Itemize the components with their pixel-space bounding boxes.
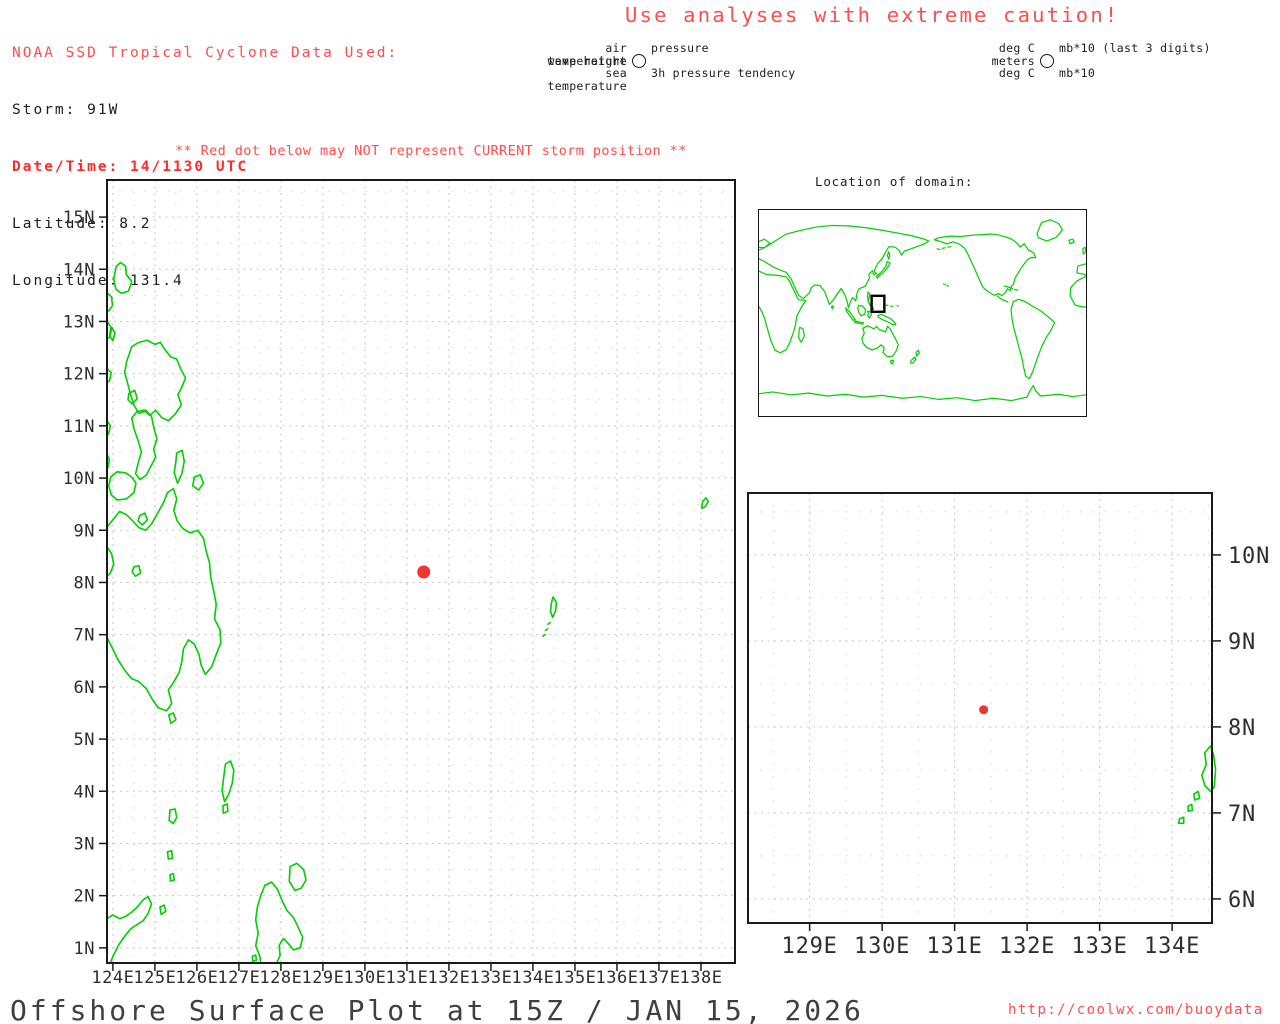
coastline-palau: [543, 597, 556, 636]
lon-axis-label: 127E: [217, 968, 260, 988]
coastline-halmahera-morotai: [252, 863, 306, 963]
lat-axis-label: 2N: [74, 887, 95, 907]
lat-axis-label: 15N: [63, 208, 95, 228]
legend-air-temperature-label: air temperature: [547, 41, 627, 68]
lon-axis-label: 129E: [782, 934, 838, 959]
lon-axis-label: 137E: [637, 968, 680, 988]
lon-axis-label: 132E: [427, 968, 470, 988]
station-circle-icon-2: [1040, 53, 1054, 68]
lon-axis-label: 133E: [469, 968, 512, 988]
storm-position-warning: ** Red dot below may NOT represent CURRE…: [175, 143, 687, 159]
legend-degc-label-1: deg C: [998, 41, 1035, 55]
coastline-dinagat-siargao: [174, 450, 203, 490]
caution-title: Use analyses with extreme caution!: [625, 3, 1120, 27]
station-circle-icon: [632, 53, 646, 68]
legend-mb10-label: mb*10: [1059, 66, 1096, 81]
lat-axis-label: 12N: [63, 365, 95, 385]
coastline-americas: [934, 220, 1062, 379]
main-map-axes: 124E 125E 126E 127E 128E 129E 130E 131E 132E 133E…: [63, 208, 722, 988]
lon-axis-label: 128E: [259, 968, 302, 988]
legend-pressure-label: pressure: [651, 41, 709, 55]
lat-axis-label: 9N: [74, 521, 95, 541]
coastline-yap: [702, 498, 709, 508]
storm-info-storm: Storm: 91W: [12, 102, 120, 118]
lat-axis-label: 14N: [63, 260, 95, 280]
storm-dot-zoom: [979, 705, 989, 715]
lon-axis-label: 134E: [511, 968, 554, 988]
coastline-eurasia: [759, 225, 929, 307]
inset-title: Location of domain:: [815, 174, 974, 189]
coastline-antarctica: [759, 386, 1086, 401]
legend-sea-temperature-label: sea temperature: [547, 66, 627, 93]
lon-axis-label: 131E: [927, 934, 983, 959]
legend-pressure-tendency-label: 3h pressure tendency: [651, 66, 796, 81]
station-legend-left-parameters-right: pressure 3h pressure tendency: [651, 42, 795, 80]
coastline-catanduanes-luzon-fragments: [107, 262, 132, 382]
lat-axis-label: 9N: [1228, 630, 1256, 655]
station-model-legend-right: deg C meters deg C mb*10 (last 3 digits)…: [990, 42, 1211, 80]
coastline-talaud-sangihe: [167, 761, 233, 881]
lat-axis-label: 6N: [74, 678, 95, 698]
lat-axis-label: 4N: [74, 782, 95, 802]
lon-axis-label: 136E: [595, 968, 638, 988]
lat-axis-label: 7N: [74, 626, 95, 646]
storm-dot-main: [417, 565, 431, 579]
footer-title: Offshore Surface Plot at 15Z / JAN 15, 2…: [10, 994, 864, 1024]
lon-axis-label: 125E: [133, 968, 176, 988]
offshore-surface-plot-page: NOAA SSD Tropical Cyclone Data Used: Sto…: [0, 0, 1280, 1024]
lat-axis-label: 11N: [63, 417, 95, 437]
footer-url: http://coolwx.com/buoydata: [1008, 1002, 1264, 1018]
lat-axis-label: 10N: [1228, 544, 1270, 569]
world-coastlines: [759, 220, 1086, 401]
lon-axis-label: 131E: [385, 968, 428, 988]
lat-axis-label: 8N: [1228, 716, 1256, 741]
coastline-sulawesi: [107, 897, 166, 963]
storm-info-source: NOAA SSD Tropical Cyclone Data Used:: [12, 45, 399, 61]
lat-axis-label: 3N: [74, 834, 95, 854]
world-map-inset: [758, 209, 1087, 417]
legend-degc-label-2: deg C: [998, 66, 1035, 81]
lat-axis-label: 13N: [63, 312, 95, 332]
lon-axis-label: 129E: [301, 968, 344, 988]
lat-axis-label: 8N: [74, 573, 95, 593]
lat-axis-label: 6N: [1228, 888, 1256, 913]
lon-axis-label: 134E: [1144, 934, 1200, 959]
coastline-palau-zoom: [1179, 746, 1216, 823]
lat-axis-label: 7N: [1228, 802, 1256, 827]
lat-axis-label: 10N: [63, 469, 95, 489]
lon-axis-label: 133E: [1072, 934, 1128, 959]
lon-axis-label: 124E: [91, 968, 134, 988]
coastline-seasia-oceania: [846, 292, 920, 364]
coastline-mindanao: [107, 489, 221, 724]
lat-axis-label: 1N: [74, 939, 95, 959]
zoom-map-coastlines: [1179, 746, 1216, 823]
zoom-map: 129E 130E 131E 132E 133E 134E6N7N8N9N10N: [747, 492, 1212, 959]
station-legend-units-left: deg C meters deg C: [990, 42, 1035, 80]
coastline-europe-atlantic-edge: [1069, 239, 1086, 307]
lon-axis-label: 130E: [343, 968, 386, 988]
coastline-africa-middleeast: [759, 271, 833, 353]
lon-axis-label: 130E: [854, 934, 910, 959]
lon-axis-label: 132E: [999, 934, 1055, 959]
main-map: 124E 125E 126E 127E 128E 129E 130E 131E 132E 133E…: [63, 179, 735, 963]
station-model-legend-left: air temperature wave height sea temperat…: [519, 41, 796, 93]
station-legend-left-parameters: air temperature wave height sea temperat…: [519, 41, 627, 93]
lon-axis-label: 126E: [175, 968, 218, 988]
lon-axis-label: 138E: [679, 968, 722, 988]
legend-mb10-digits-label: mb*10 (last 3 digits): [1059, 41, 1211, 55]
lon-axis-label: 135E: [553, 968, 596, 988]
zoom-map-axes: 129E 130E 131E 132E 133E 134E 6N 7N 8N 9N 10N: [782, 544, 1270, 959]
station-legend-units-right: mb*10 (last 3 digits) mb*10: [1059, 42, 1211, 80]
lat-axis-label: 5N: [74, 730, 95, 750]
storm-info-datetime: Date/Time: 14/1130 UTC: [12, 159, 249, 175]
